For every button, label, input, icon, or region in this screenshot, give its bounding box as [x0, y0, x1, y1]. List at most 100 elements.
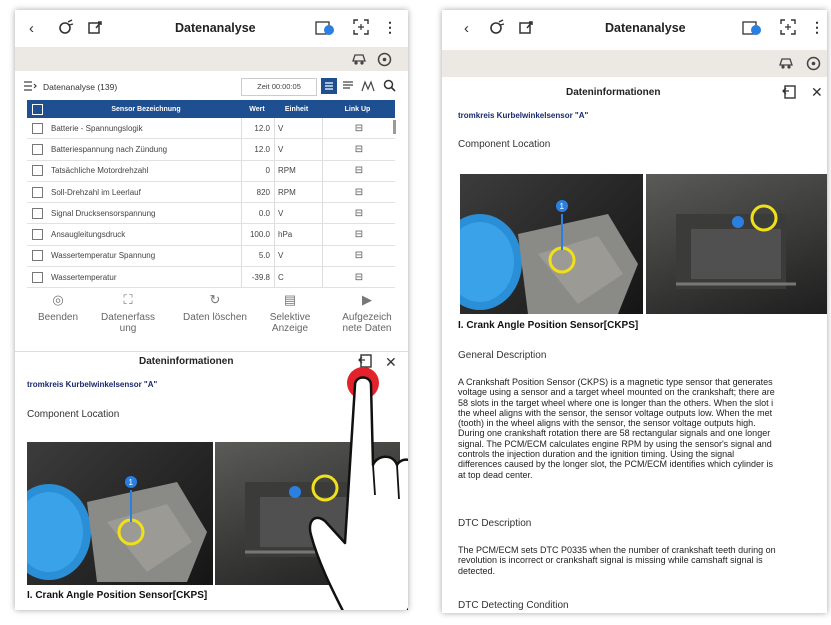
link-up-icon[interactable]: ⊟ [322, 139, 395, 160]
link-up-icon[interactable]: ⊟ [322, 118, 395, 139]
row-checkbox[interactable] [32, 250, 43, 262]
selective-display-button[interactable]: ▤ Selektive Anzeige [263, 293, 317, 334]
exit-icon[interactable] [87, 19, 103, 40]
list-header: Datenanalyse (139) Zeit 00:00:05 [15, 76, 408, 98]
sensor-value: 100.0 [241, 224, 274, 245]
link-up-icon[interactable]: ⊟ [322, 160, 395, 181]
car-icon[interactable] [351, 52, 367, 71]
link-up-icon[interactable]: ⊟ [322, 267, 395, 288]
row-checkbox[interactable] [32, 229, 43, 241]
table-body: Batterie - Spannungslogik 12.0 V ⊟ Batteries… [27, 118, 395, 289]
time-display: Zeit 00:00:05 [241, 78, 317, 96]
chevron-left-icon[interactable]: ‹ [29, 20, 34, 37]
table-view-button[interactable] [321, 78, 337, 94]
marker-1-label: 1 [129, 478, 134, 487]
screenshot-icon[interactable] [780, 19, 796, 40]
table-row[interactable]: Wassertemperatur -39.8 C ⊟ [27, 267, 395, 289]
stop-button[interactable]: ◎ Beenden [31, 292, 85, 323]
circuit-title: tromkreis Kurbelwinkelsensor "A" [458, 111, 589, 120]
text-view-button[interactable] [341, 79, 355, 98]
link-up-icon[interactable]: ⊟ [322, 224, 395, 245]
steering-icon[interactable] [377, 52, 392, 72]
table-header: Sensor Bezeichnung Wert Einheit Link Up [27, 100, 395, 118]
general-description-title: General Description [458, 350, 547, 361]
touch-hand-overlay [308, 367, 408, 610]
table-row[interactable]: Batteriespannung nach Zündung 12.0 V ⊟ [27, 139, 395, 161]
connect-icon[interactable] [742, 19, 762, 42]
steering-icon[interactable] [806, 56, 821, 76]
sensor-unit: V [274, 118, 322, 139]
table-row[interactable]: Wassertemperatur Spannung 5.0 V ⊟ [27, 245, 395, 268]
table-row[interactable]: Batterie - Spannungslogik 12.0 V ⊟ [27, 118, 395, 140]
info-title: Dateninformationen [139, 356, 234, 367]
sensor-name: Ansaugleitungsdruck [51, 230, 126, 240]
text-line: the wheel aligns with the sensor, the se… [458, 407, 773, 418]
select-all-checkbox[interactable] [32, 103, 43, 115]
link-up-icon[interactable]: ⊟ [322, 203, 395, 224]
photo-caption: I. Crank Angle Position Sensor[CKPS] [27, 590, 208, 601]
row-checkbox[interactable] [32, 122, 43, 134]
text-line: revolution is incorrect or crankshaft si… [458, 555, 763, 566]
sensor-unit: hPa [274, 224, 322, 245]
vci-icon[interactable] [57, 19, 75, 40]
text-line: The PCM/ECM sets DTC P0335 when the numb… [458, 545, 776, 555]
screenshot-icon[interactable] [353, 19, 369, 40]
text-line: signal. The PCM/ECM calculates engine RP… [458, 438, 772, 449]
sensor-value: 12.0 [241, 118, 274, 139]
toolbar-strip [15, 47, 408, 71]
chevron-left-icon[interactable]: ‹ [464, 20, 469, 37]
sensor-name: Wassertemperatur Spannung [51, 251, 156, 261]
collapse-icon[interactable] [782, 85, 796, 104]
text-line: voltage using a sensor and a target whee… [458, 387, 775, 398]
component-location: Component Location [458, 139, 551, 150]
vci-icon[interactable] [488, 19, 506, 40]
text-line: 58 slots in the target wheel where one i… [458, 397, 774, 408]
row-checkbox[interactable] [32, 186, 43, 198]
sensor-unit: V [274, 203, 322, 224]
search-icon[interactable] [383, 79, 396, 97]
sensor-name: Tatsächliche Motordrehzahl [51, 166, 149, 176]
recorded-data-button[interactable]: ▶ Aufgezeichnete Daten [341, 293, 393, 334]
exit-icon[interactable] [518, 19, 534, 40]
text-line: differences caused by the longer slot, t… [458, 459, 773, 470]
table-row[interactable]: Tatsächliche Motordrehzahl 0 RPM ⊟ [27, 160, 395, 182]
general-description-text: A Crankshaft Position Sensor (CKPS) is a… [458, 377, 827, 480]
car-icon[interactable] [778, 56, 794, 75]
close-icon[interactable]: ✕ [811, 84, 823, 101]
clear-data-button[interactable]: ↻ Daten löschen [175, 292, 255, 323]
row-checkbox[interactable] [32, 143, 43, 155]
sensor-name: Batterie - Spannungslogik [51, 123, 143, 133]
top-bar: ‹ Datenanalyse ⋮ [15, 10, 408, 46]
text-line: During one crankshaft rotation there are… [458, 428, 771, 439]
link-up-icon[interactable]: ⊟ [322, 245, 395, 267]
list-view-icon[interactable] [23, 80, 37, 98]
refresh-icon: ↻ [209, 292, 221, 307]
capture-button[interactable]: ⛶ Datenerfassung [99, 293, 157, 334]
sensor-unit: C [274, 267, 322, 288]
toolbar-strip [442, 50, 827, 77]
info-title: Dateninformationen [566, 87, 661, 98]
clear-data-label: Daten löschen [183, 312, 247, 323]
col-value[interactable]: Wert [241, 106, 273, 113]
stop-icon: ◎ [52, 292, 64, 307]
table-row[interactable]: Ansaugleitungsdruck 100.0 hPa ⊟ [27, 224, 395, 246]
right-screen: ‹ Datenanalyse ⋮ Dateninformationen ✕ tr… [442, 10, 827, 613]
table-row[interactable]: Soll-Drehzahl im Leerlauf 820 RPM ⊟ [27, 181, 395, 204]
row-checkbox[interactable] [32, 165, 43, 177]
graph-view-button[interactable] [361, 79, 375, 98]
text-line: (tooth) in the wheel aligns with the sen… [458, 418, 756, 429]
connect-icon[interactable] [315, 19, 335, 42]
table-scrollbar[interactable] [393, 120, 396, 134]
sensor-value: 820 [241, 181, 274, 203]
col-sensor[interactable]: Sensor Bezeichnung [51, 106, 241, 113]
link-up-icon[interactable]: ⊟ [322, 181, 395, 203]
table-row[interactable]: Signal Drucksensorspannung 0.0 V ⊟ [27, 203, 395, 225]
row-checkbox[interactable] [32, 207, 43, 219]
sensor-name: Signal Drucksensorspannung [51, 208, 156, 218]
col-unit[interactable]: Einheit [273, 106, 320, 113]
more-vert-icon[interactable]: ⋮ [383, 19, 397, 36]
col-linkup[interactable]: Link Up [320, 106, 395, 113]
row-checkbox[interactable] [32, 271, 43, 283]
sensor-name: Batteriespannung nach Zündung [51, 144, 168, 154]
more-vert-icon[interactable]: ⋮ [810, 19, 824, 36]
